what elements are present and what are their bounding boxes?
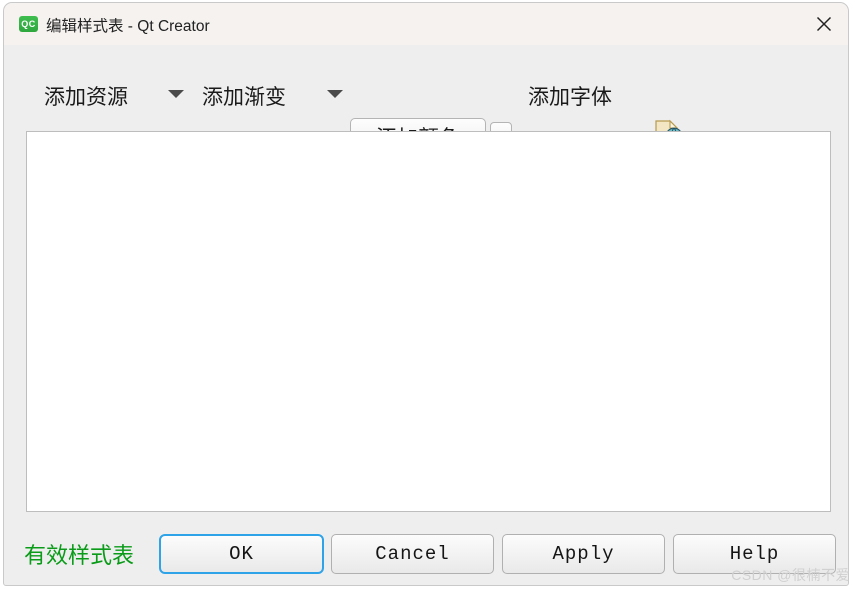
qt-creator-app-icon: QC bbox=[19, 16, 38, 32]
close-window-button[interactable] bbox=[800, 3, 848, 45]
apply-button[interactable]: Apply bbox=[502, 534, 665, 574]
csdn-watermark: CSDN @很楠不爱 bbox=[731, 567, 850, 583]
ok-button[interactable]: OK bbox=[159, 534, 324, 574]
add-gradient-dropdown-icon[interactable] bbox=[327, 90, 343, 98]
close-icon bbox=[815, 15, 833, 33]
add-font-button[interactable]: 添加字体 bbox=[528, 81, 612, 111]
stylesheet-toolbar: 添加资源 添加渐变 添加颜色 添加字体 bbox=[4, 45, 848, 155]
title-bar: QC 编辑样式表 - Qt Creator bbox=[4, 3, 848, 45]
cancel-button[interactable]: Cancel bbox=[331, 534, 494, 574]
window-title: 编辑样式表 - Qt Creator bbox=[46, 18, 210, 35]
add-resource-dropdown-icon[interactable] bbox=[168, 90, 184, 98]
dialog-footer: 有效样式表 OK Cancel Apply Help bbox=[4, 512, 848, 585]
screenshot-root: QC 编辑样式表 - Qt Creator 添加资源 添加渐变 添加颜色 bbox=[0, 0, 856, 589]
add-gradient-button[interactable]: 添加渐变 bbox=[202, 81, 286, 111]
stylesheet-status-label: 有效样式表 bbox=[24, 543, 135, 568]
add-resource-button[interactable]: 添加资源 bbox=[44, 81, 128, 111]
stylesheet-editor-dialog: QC 编辑样式表 - Qt Creator 添加资源 添加渐变 添加颜色 bbox=[3, 2, 849, 586]
stylesheet-text-editor[interactable] bbox=[26, 131, 831, 512]
